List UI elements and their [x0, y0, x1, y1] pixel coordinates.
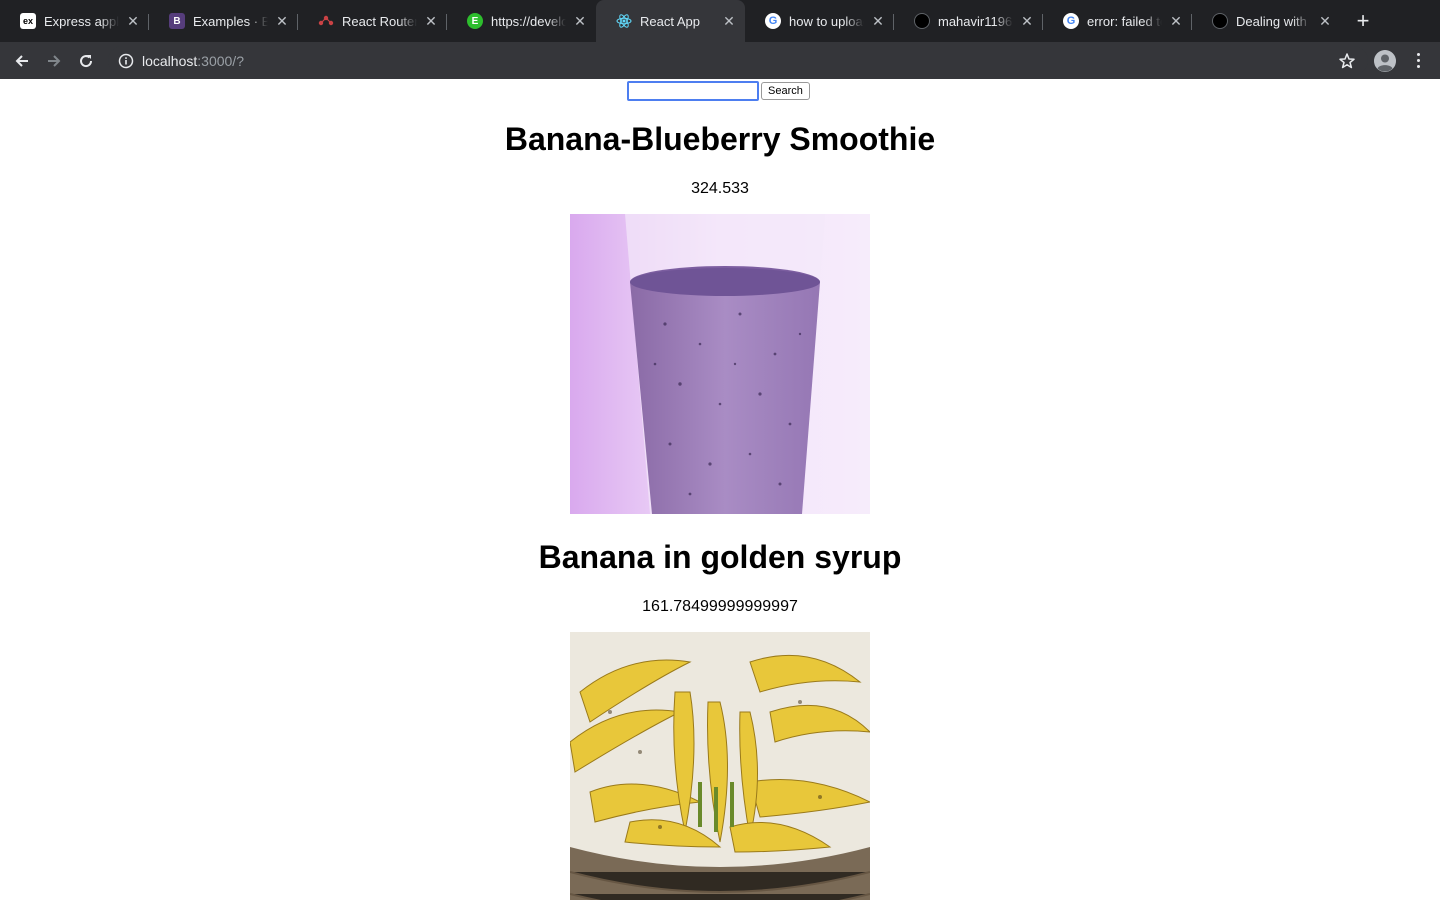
- close-icon[interactable]: ✕: [1168, 13, 1184, 29]
- address-bar[interactable]: localhost:3000/?: [108, 46, 1368, 75]
- profile-avatar[interactable]: [1374, 50, 1396, 72]
- user-icon: [1374, 50, 1396, 72]
- tab-google-upload[interactable]: G how to upload ✕: [745, 0, 894, 42]
- tab-title: https://developer.edamam.com: [491, 13, 566, 29]
- tab-bootstrap[interactable]: B Examples · Bootstrap ✕: [149, 0, 298, 42]
- browser-toolbar: localhost:3000/?: [0, 42, 1440, 79]
- tab-title: Express application: [44, 13, 119, 29]
- edamam-icon: E: [467, 13, 483, 29]
- tab-title: how to upload: [789, 13, 864, 29]
- close-icon[interactable]: ✕: [721, 13, 737, 29]
- search-button[interactable]: Search: [761, 82, 810, 100]
- recipe-card: Banana-Blueberry Smoothie 324.533: [0, 119, 1440, 514]
- tab-react-router[interactable]: React Router: Declarative ✕: [298, 0, 447, 42]
- react-router-icon: [318, 13, 334, 29]
- recipe-image: [570, 632, 870, 900]
- recipe-calories: 324.533: [691, 180, 749, 197]
- tab-express[interactable]: ex Express application ✕: [0, 0, 149, 42]
- close-icon[interactable]: ✕: [274, 13, 290, 29]
- react-icon: [616, 13, 632, 29]
- back-button[interactable]: [6, 45, 38, 77]
- tab-react-app[interactable]: React App ✕: [596, 0, 745, 42]
- tab-title: Examples · Bootstrap: [193, 13, 268, 29]
- recipe-title: Banana in golden syrup: [538, 539, 902, 575]
- google-icon: G: [1063, 13, 1079, 29]
- recipe-title: Banana-Blueberry Smoothie: [504, 121, 936, 157]
- tab-google-error[interactable]: G error: failed to ✕: [1043, 0, 1192, 42]
- tab-title: error: failed to: [1087, 13, 1162, 29]
- url-host: localhost: [142, 52, 198, 69]
- github-icon: [914, 13, 930, 29]
- close-icon[interactable]: ✕: [1019, 13, 1035, 29]
- close-icon[interactable]: ✕: [1317, 13, 1333, 29]
- tab-github-mahavir[interactable]: mahavir1196 (Mahavir) ✕: [894, 0, 1043, 42]
- tab-title: Dealing with no: [1236, 13, 1311, 29]
- forward-button[interactable]: [38, 45, 70, 77]
- page-content: Search Banana-Blueberry Smoothie 324.533: [0, 79, 1440, 900]
- menu-kebab-icon[interactable]: [1408, 48, 1428, 72]
- arrow-left-icon: [15, 54, 28, 67]
- recipe-calories: 161.78499999999997: [642, 598, 798, 615]
- express-icon: ex: [20, 13, 36, 29]
- bootstrap-icon: B: [169, 13, 185, 29]
- arrow-right-icon: [48, 54, 61, 67]
- recipe-image: [570, 214, 870, 514]
- tab-github-dealing[interactable]: Dealing with no ✕: [1192, 0, 1341, 42]
- search-form: Search: [627, 81, 810, 101]
- star-icon[interactable]: [1338, 52, 1356, 70]
- tab-edamam[interactable]: E https://developer.edamam.com ✕: [447, 0, 596, 42]
- tab-title: React Router: Declarative: [342, 13, 417, 29]
- search-input[interactable]: [627, 81, 759, 101]
- tab-title: React App: [640, 13, 700, 29]
- close-icon[interactable]: ✕: [125, 13, 141, 29]
- reload-icon: [80, 54, 93, 67]
- url-path: :3000/?: [197, 52, 244, 69]
- tab-strip: ex Express application ✕ B Examples · Bo…: [0, 0, 1440, 42]
- reload-button[interactable]: [70, 45, 102, 77]
- tab-title: mahavir1196 (Mahavir): [938, 13, 1013, 29]
- close-icon[interactable]: ✕: [870, 13, 886, 29]
- github-icon: [1212, 13, 1228, 29]
- info-icon[interactable]: [118, 53, 134, 69]
- close-icon[interactable]: ✕: [423, 13, 439, 29]
- google-icon: G: [765, 13, 781, 29]
- close-icon[interactable]: ✕: [572, 13, 588, 29]
- new-tab-button[interactable]: +: [1349, 7, 1377, 35]
- recipe-card: Banana in golden syrup 161.7849999999999…: [0, 537, 1440, 900]
